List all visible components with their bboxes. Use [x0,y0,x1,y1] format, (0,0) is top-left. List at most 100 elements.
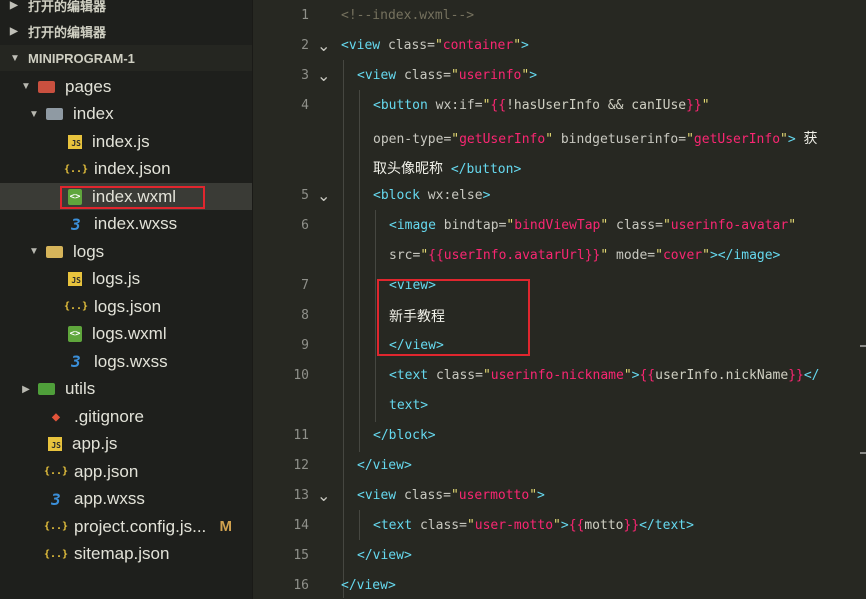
tree-item-label: index.js [92,131,150,151]
chevron-down-icon[interactable]: ▼ [28,246,40,257]
tree-item[interactable]: ▼ logs [0,238,252,265]
tree-item-label: logs.wxss [94,351,168,371]
tree-item[interactable]: 3 logs.wxss [0,348,252,375]
code-line-14: <text class="user-motto">{{motto}}</text… [373,518,694,533]
line-number: 4 [301,98,309,113]
tree-item-label: index.json [94,159,171,178]
tree-item[interactable]: {..} project.config.js... M [0,513,252,540]
chevron-right-icon: ▶ [10,0,18,11]
tree-item[interactable]: ▼ pages [0,73,252,100]
line-number: 6 [301,218,309,233]
button-text: 获 [803,131,818,147]
tree-item-label: index.wxss [94,214,178,233]
tree-item-label: project.config.js... [74,516,207,536]
open-editors-label: 打开的编辑器 [28,0,107,14]
json-file-icon: {..} [43,521,69,532]
tree-item-label: logs [73,241,105,261]
wxml-file-icon: <> [68,326,82,342]
tree-item[interactable]: {..} index.json [0,156,252,183]
fold-chevron-icon[interactable]: ⌄ [317,66,330,86]
folder-icon [38,383,55,395]
tree-item[interactable]: 3 index.wxss [0,211,252,238]
tree-item[interactable]: JS logs.js [0,266,252,293]
chevron-down-icon[interactable]: ▼ [20,81,32,92]
code-line-13: <view class="usermotto"> [357,488,545,503]
fold-chevron-icon[interactable]: ⌄ [317,36,330,56]
code-line-6-wrap: src="{{userInfo.avatarUrl}}" mode="cover… [389,248,781,263]
tree-item[interactable]: JS app.js [0,431,252,458]
open-editors-header[interactable]: ▶ 打开的编辑器 [0,0,252,18]
code-line-1: <!--index.wxml--> [341,8,475,23]
indent-guide [359,510,360,540]
open-editors-header[interactable]: ▶ 打开的编辑器 [0,18,252,44]
tree-item[interactable]: {..} sitemap.json [0,541,252,568]
line-number: 9 [301,338,309,353]
line-number: 1 [301,8,309,23]
folder-icon [46,245,63,258]
tree-item-label: pages [65,76,112,96]
fold-chevron-icon[interactable]: ⌄ [317,186,330,206]
js-file-icon: JS [48,437,62,451]
line-number: 8 [301,308,309,323]
tree-item[interactable]: <> logs.wxml [0,321,252,348]
scrollbar-marker[interactable] [860,345,866,347]
line-number: 13 [293,488,309,503]
modified-badge: M [219,518,233,535]
tree-item[interactable]: {..} logs.json [0,293,252,320]
tree-item-label: logs.js [92,269,141,288]
code-line-10: <text class="userinfo-nickname">{{userIn… [389,368,820,383]
git-icon: ◆ [51,408,61,425]
code-line-4-wrap: open-type="getUserInfo" bindgetuserinfo=… [373,131,818,147]
fold-chevron-icon[interactable]: ⌄ [317,486,330,506]
code-line-10-wrap: text> [389,398,429,413]
chevron-down-icon: ▼ [10,52,20,64]
code-line-15: </view> [357,548,412,563]
scrollbar-marker[interactable] [860,452,866,454]
folder-icon [46,108,63,120]
tree-item[interactable]: {..} app.json [0,458,252,485]
chevron-right-icon[interactable]: ▶ [20,384,32,395]
tree-item[interactable]: JS index.js [0,128,252,155]
highlight-box [377,279,530,356]
code-line-5: <block wx:else> [373,188,491,203]
js-file-icon: JS [68,272,82,286]
code-line-4-wrap2: 取头像昵称 </button> [373,161,522,177]
folder-icon [38,80,55,93]
css-file-icon: 3 [71,352,81,371]
code-line-16: </view> [341,578,396,593]
code-line-2: <view class="container"> [341,38,529,53]
code-editor[interactable]: 1 2 ⌄ 3 ⌄ 4 5 ⌄ 6 7 8 9 10 11 12 13 ⌄ 14 15 16 <!--index.wx… [253,0,866,599]
tree-item-label: sitemap.json [74,544,170,563]
line-number: 2 [301,38,309,53]
line-number: 10 [293,368,309,383]
line-number-gutter: 1 2 ⌄ 3 ⌄ 4 5 ⌄ 6 7 8 9 10 11 12 13 ⌄ 14 15 16 [253,0,333,599]
json-file-icon: {..} [43,466,69,477]
tree-item[interactable]: 3 app.wxss [0,486,252,513]
tree-item-label: logs.wxml [92,324,167,343]
indent-guide [359,90,360,452]
chevron-right-icon: ▶ [10,25,18,37]
tree-item[interactable]: ▼ index [0,101,252,128]
chevron-down-icon[interactable]: ▼ [28,109,40,120]
tree-item[interactable]: ◆ .gitignore [0,403,252,430]
line-number: 15 [293,548,309,563]
css-file-icon: 3 [71,214,81,234]
button-text: 取头像昵称 [373,161,443,177]
highlight-box [60,186,205,209]
json-file-icon: {..} [63,163,89,175]
code-line-12: </view> [357,458,412,473]
line-number: 11 [293,428,309,443]
tree-item[interactable]: ▶ utils [0,376,252,403]
tree-item-label: app.js [72,434,118,453]
open-editors-label: 打开的编辑器 [28,24,107,40]
code-line-11: </block> [373,428,436,443]
line-number: 16 [293,578,309,593]
tree-item-label: app.json [74,461,139,481]
indent-guide [343,60,344,598]
line-number: 3 [301,68,309,83]
indent-guide [375,210,376,422]
project-label: MINIPROGRAM-1 [28,50,135,66]
project-header[interactable]: ▼ MINIPROGRAM-1 [0,45,252,71]
code-line-6: <image bindtap="bindViewTap" class="user… [389,218,797,233]
js-file-icon: JS [68,134,82,149]
